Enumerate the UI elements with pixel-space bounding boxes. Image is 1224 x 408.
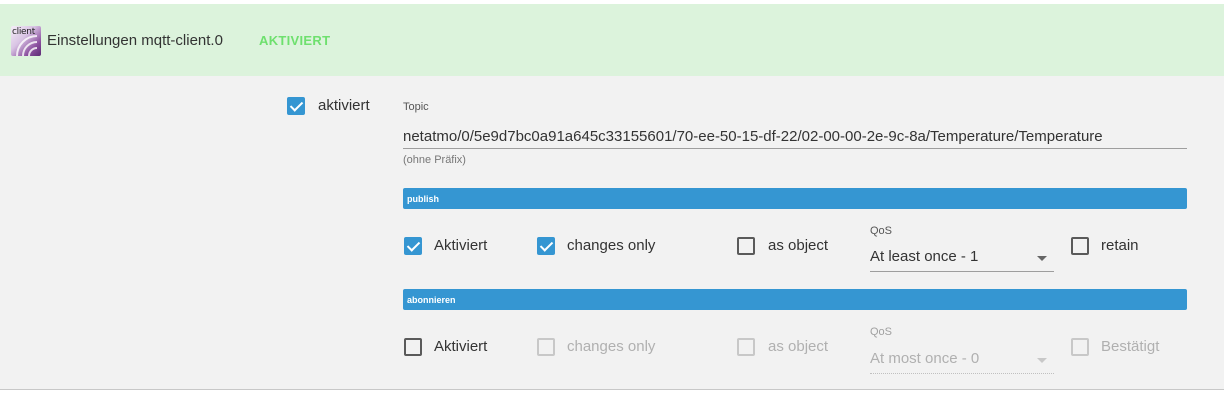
subscribe-qos-value: At most once - 0 (870, 350, 980, 367)
publish-as-object-label: as object (768, 237, 829, 254)
mqtt-client-logo-icon: client (11, 26, 41, 56)
publish-as-object-checkbox[interactable] (737, 237, 755, 255)
subscribe-ack-checkbox (1071, 338, 1089, 356)
publish-enabled-label: Aktiviert (434, 237, 488, 254)
subscribe-as-object-checkbox (737, 338, 755, 356)
publish-changes-only-checkbox[interactable] (537, 237, 555, 255)
publish-changes-only-label: changes only (567, 237, 656, 254)
subscribe-as-object-label: as object (768, 338, 829, 355)
enabled-label: aktiviert (318, 97, 370, 114)
subscribe-ack-label: Bestätigt (1101, 338, 1160, 355)
topic-input[interactable] (403, 124, 1187, 149)
publish-section-title: publish (407, 194, 439, 204)
page-title: Einstellungen mqtt-client.0 (47, 32, 223, 49)
subscribe-changes-only-checkbox (537, 338, 555, 356)
status-badge: AKTIVIERT (259, 33, 331, 48)
subscribe-changes-only-label: changes only (567, 338, 656, 355)
publish-qos-select[interactable]: At least once - 1 (870, 244, 1054, 272)
subscribe-enabled-label: Aktiviert (434, 338, 488, 355)
publish-retain-checkbox[interactable] (1071, 237, 1089, 255)
publish-qos-label: QoS (870, 225, 893, 237)
enabled-checkbox[interactable] (287, 97, 305, 115)
subscribe-qos-select: At most once - 0 (870, 346, 1054, 374)
subscribe-section-header: abonnieren (403, 289, 1187, 310)
chevron-down-icon (1037, 256, 1047, 261)
topic-label: Topic (403, 101, 429, 113)
logo-text: client (12, 27, 35, 37)
publish-retain-label: retain (1101, 237, 1139, 254)
publish-qos-value: At least once - 1 (870, 248, 979, 265)
settings-header: client Einstellungen mqtt-client.0 AKTIV… (0, 4, 1224, 76)
subscribe-enabled-checkbox[interactable] (404, 338, 422, 356)
subscribe-section-title: abonnieren (407, 295, 456, 305)
topic-hint: (ohne Präfix) (403, 154, 466, 166)
chevron-down-icon (1037, 358, 1047, 363)
publish-section-header: publish (403, 188, 1187, 209)
publish-enabled-checkbox[interactable] (404, 237, 422, 255)
subscribe-qos-label: QoS (870, 326, 893, 338)
